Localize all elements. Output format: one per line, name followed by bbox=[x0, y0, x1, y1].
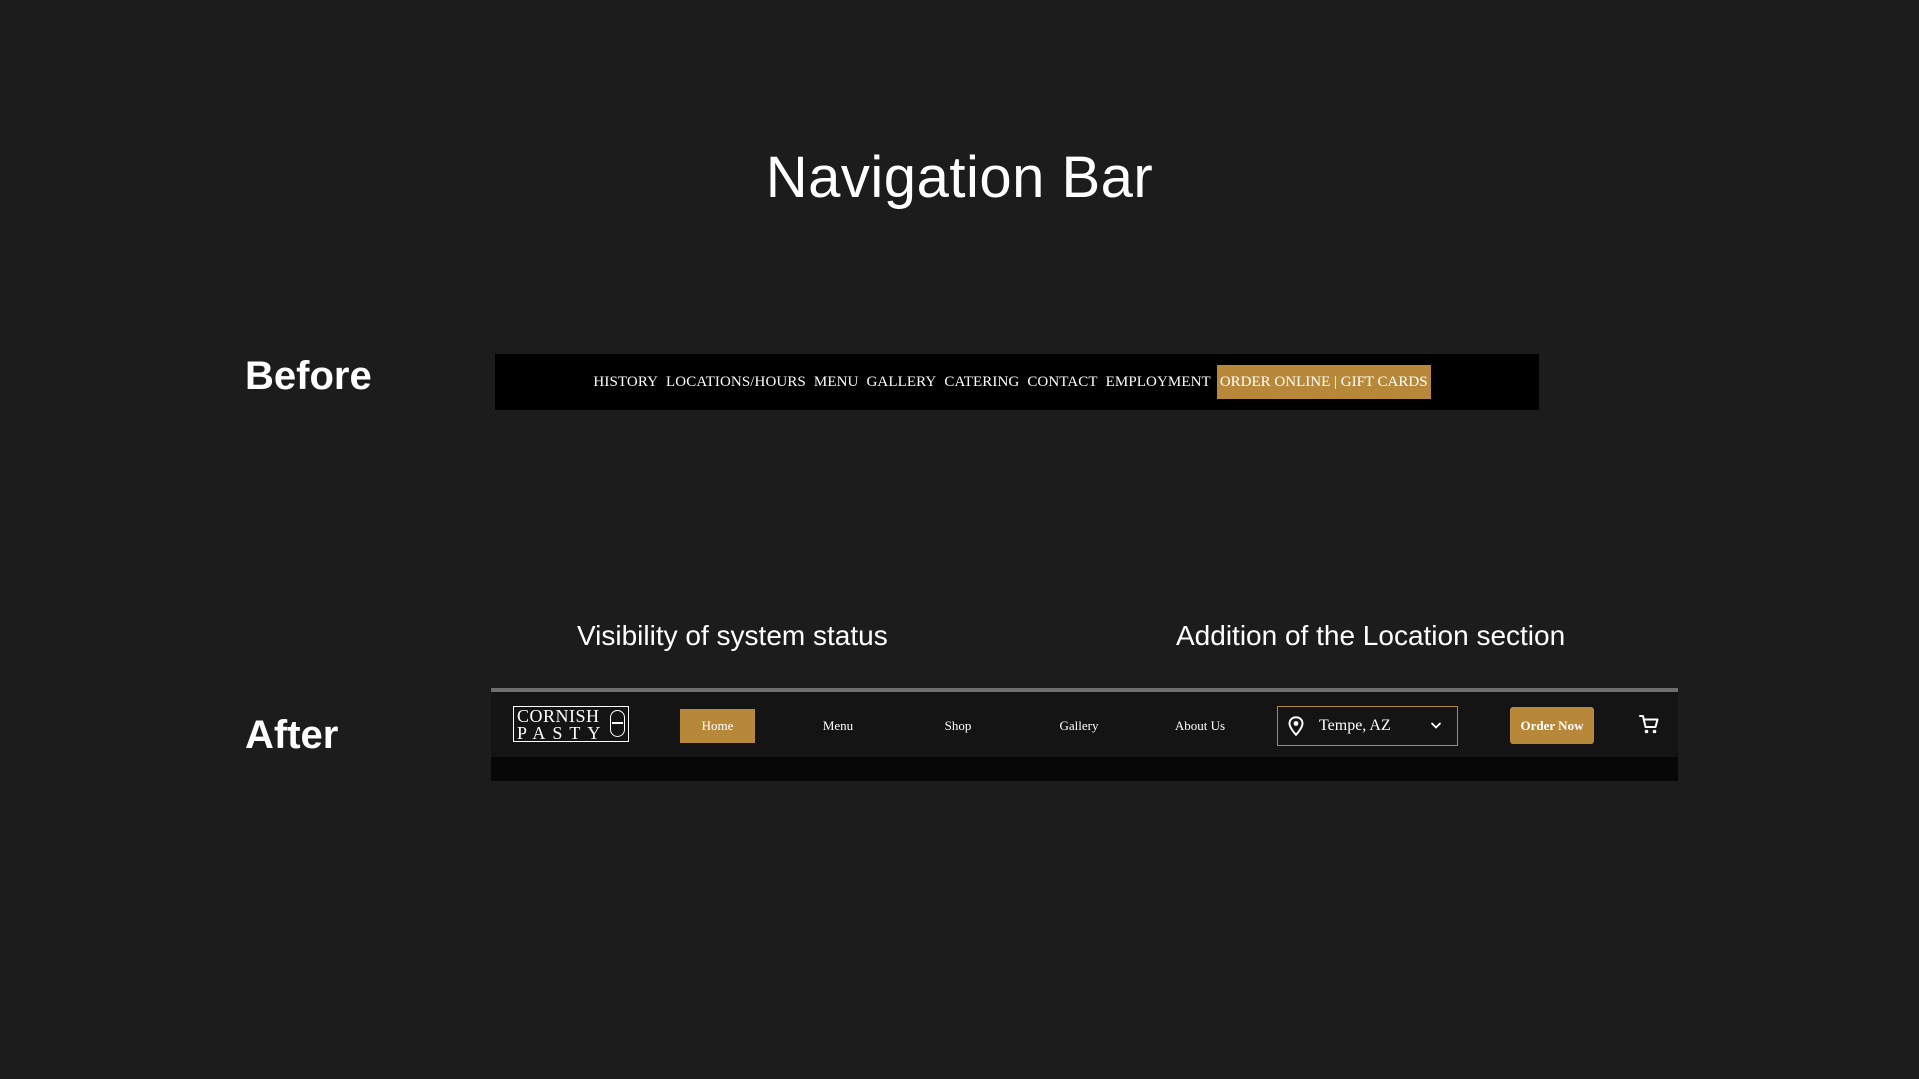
before-nav-items: HISTORY LOCATIONS/HOURS MENU GALLERY CAT… bbox=[589, 365, 1431, 399]
shopping-cart-icon[interactable] bbox=[1638, 713, 1660, 735]
before-nav-menu[interactable]: MENU bbox=[810, 374, 863, 391]
before-nav-employment[interactable]: EMPLOYMENT bbox=[1102, 374, 1215, 391]
logo-line-2: PASTY bbox=[517, 723, 608, 743]
before-nav-bar: HISTORY LOCATIONS/HOURS MENU GALLERY CAT… bbox=[495, 354, 1539, 410]
after-label: After bbox=[245, 713, 339, 757]
order-now-button[interactable]: Order Now bbox=[1510, 707, 1594, 744]
before-nav-catering[interactable]: CATERING bbox=[940, 374, 1023, 391]
nav-menu-link[interactable]: Menu bbox=[793, 709, 883, 743]
location-value: Tempe, AZ bbox=[1319, 717, 1391, 734]
annotation-location-section: Addition of the Location section bbox=[1176, 620, 1566, 651]
before-nav-gallery[interactable]: GALLERY bbox=[862, 374, 940, 391]
chevron-down-icon bbox=[1430, 722, 1442, 729]
before-nav-locations-hours[interactable]: LOCATIONS/HOURS bbox=[662, 374, 810, 391]
nav-shop-link[interactable]: Shop bbox=[913, 709, 1003, 743]
nav-about-link[interactable]: About Us bbox=[1155, 709, 1245, 743]
nav-gallery-link[interactable]: Gallery bbox=[1034, 709, 1124, 743]
before-order-online-button[interactable]: ORDER ONLINE | GIFT CARDS bbox=[1216, 365, 1431, 399]
annotation-system-status: Visibility of system status bbox=[577, 620, 888, 651]
cornish-pasty-logo[interactable]: CORNISH PASTY bbox=[513, 706, 629, 742]
after-nav-bar: CORNISH PASTY Home Menu Shop Gallery Abo… bbox=[491, 692, 1678, 757]
map-pin-icon bbox=[1288, 716, 1304, 736]
nav-home-button[interactable]: Home bbox=[680, 709, 755, 743]
before-nav-contact[interactable]: CONTACT bbox=[1023, 374, 1101, 391]
after-nav-container: CORNISH PASTY Home Menu Shop Gallery Abo… bbox=[491, 688, 1678, 781]
before-nav-history[interactable]: HISTORY bbox=[589, 374, 662, 391]
before-label: Before bbox=[245, 354, 372, 398]
logo-mark-icon bbox=[610, 710, 625, 737]
location-select[interactable]: Tempe, AZ bbox=[1277, 706, 1458, 746]
slide-title: Navigation Bar bbox=[765, 145, 1154, 210]
